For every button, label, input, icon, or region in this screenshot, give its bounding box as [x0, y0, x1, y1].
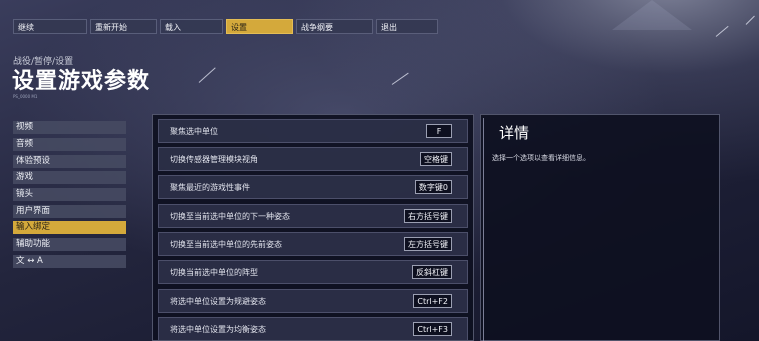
key-chip[interactable]: Ctrl+F2 — [413, 294, 452, 308]
key-chip[interactable]: 空格键 — [420, 152, 452, 166]
sidebar-item-user-interface[interactable]: 用户界面 — [13, 205, 126, 218]
page-title: 设置游戏参数 — [12, 69, 151, 94]
sidebar-item-accessibility[interactable]: 辅助功能 — [13, 238, 126, 251]
key-chip[interactable]: 右方括号键 — [404, 209, 452, 223]
binding-label: 切换传感器管理模块视角 — [170, 155, 258, 164]
menu-continue-button[interactable]: 继续 — [13, 19, 87, 34]
binding-label: 聚焦选中单位 — [170, 127, 218, 136]
background-stroke — [391, 72, 409, 85]
key-chip[interactable]: 左方括号键 — [404, 237, 452, 251]
details-panel — [480, 114, 720, 341]
details-text: 选择一个选项以查看详细信息。 — [492, 154, 590, 162]
sidebar-item-language[interactable]: 文 ↔ A — [13, 255, 126, 268]
key-chip[interactable]: Ctrl+F3 — [413, 322, 452, 336]
sidebar-item-experience-preset[interactable]: 体验预设 — [13, 155, 126, 168]
sidebar-item-video[interactable]: 视频 — [13, 121, 126, 134]
sidebar-item-game[interactable]: 游戏 — [13, 171, 126, 184]
binding-label: 切换至当前选中单位的下一种姿态 — [170, 212, 290, 221]
background-shard — [612, 0, 692, 30]
binding-row[interactable]: 切换至当前选中单位的先前姿态 左方括号键 — [158, 232, 468, 256]
menu-load-button[interactable]: 载入 — [160, 19, 223, 34]
menu-war-outline-button[interactable]: 战争纲要 — [296, 19, 373, 34]
key-chip[interactable]: 数字键0 — [414, 180, 452, 194]
details-divider — [483, 118, 484, 341]
details-title: 详情 — [499, 124, 530, 142]
binding-row[interactable]: 切换至当前选中单位的下一种姿态 右方括号键 — [158, 204, 468, 228]
sidebar-item-input-bindings[interactable]: 输入绑定 — [13, 221, 126, 234]
sidebar-item-audio[interactable]: 音频 — [13, 138, 126, 151]
background-stroke — [745, 15, 755, 25]
binding-row[interactable]: 聚焦最近的游戏性事件 数字键0 — [158, 175, 468, 199]
key-chip[interactable]: 反斜杠键 — [412, 265, 452, 279]
menu-exit-button[interactable]: 退出 — [376, 19, 438, 34]
binding-row[interactable]: 切换传感器管理模块视角 空格键 — [158, 147, 468, 171]
binding-label: 将选中单位设置为规避姿态 — [170, 297, 266, 306]
background-stroke — [715, 25, 729, 37]
binding-row[interactable]: 将选中单位设置为均衡姿态 Ctrl+F3 — [158, 317, 468, 340]
background-stroke — [198, 67, 216, 83]
binding-label: 切换至当前选中单位的先前姿态 — [170, 240, 282, 249]
key-chip[interactable]: F — [426, 124, 452, 138]
key-binding-list: 聚焦选中单位 F 切换传感器管理模块视角 空格键 聚焦最近的游戏性事件 数字键0… — [152, 114, 474, 341]
binding-label: 聚焦最近的游戏性事件 — [170, 183, 250, 192]
menu-settings-button[interactable]: 设置 — [226, 19, 293, 34]
binding-row[interactable]: 切换当前选中单位的阵型 反斜杠键 — [158, 260, 468, 284]
binding-label: 切换当前选中单位的阵型 — [170, 268, 258, 277]
menu-restart-button[interactable]: 重新开始 — [90, 19, 157, 34]
binding-row[interactable]: 将选中单位设置为规避姿态 Ctrl+F2 — [158, 289, 468, 313]
binding-label: 将选中单位设置为均衡姿态 — [170, 325, 266, 334]
sidebar-item-camera[interactable]: 镜头 — [13, 188, 126, 201]
binding-row[interactable]: 聚焦选中单位 F — [158, 119, 468, 143]
version-tag: PS_0000 M1 — [13, 94, 38, 99]
